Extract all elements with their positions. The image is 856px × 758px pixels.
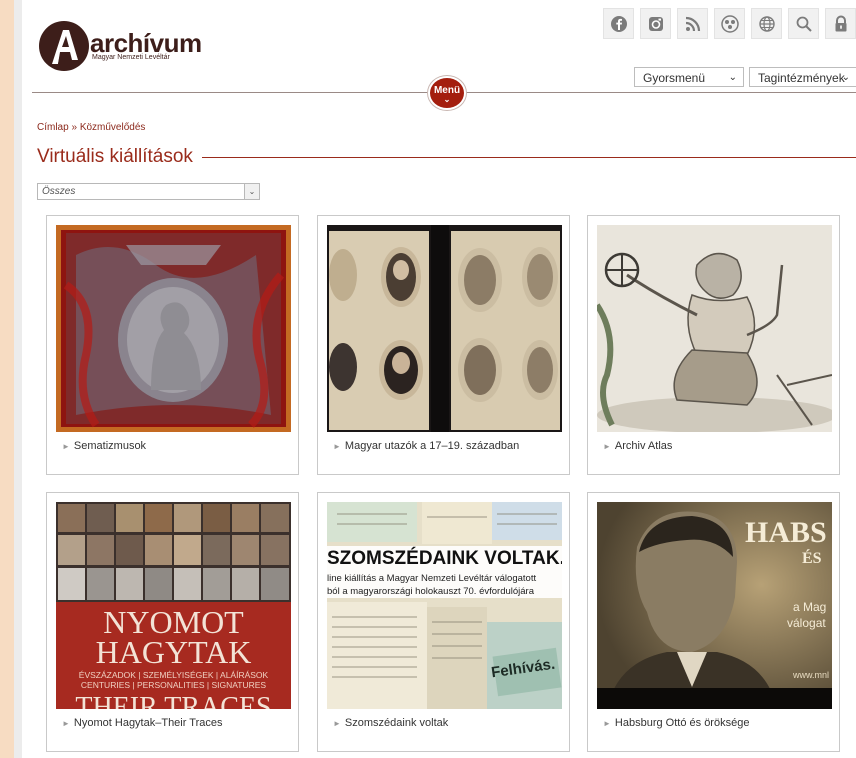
image-subline-1: line kiállítás a Magyar Nemzeti Levéltár… [327,572,562,585]
caption-text: Szomszédaink voltak [344,717,449,729]
exhibition-thumbnail[interactable]: NYOMOT HAGYTAK ÉVSZÁZADOK | SZEMÉLYISÉGE… [56,502,291,709]
caption-text: Nyomot Hagytak–Their Traces [73,717,223,729]
chevron-down-icon: ⌄ [841,72,850,83]
documents-collage-image [327,502,562,709]
exhibition-card-archiv-atlas[interactable]: ► Archiv Atlas [587,215,840,475]
exhibition-thumbnail[interactable] [327,225,562,432]
image-title-line2: HAGYTAK [95,634,252,670]
exhibition-title-link[interactable]: ► Archiv Atlas [603,440,672,452]
main-menu-button[interactable]: Menü ⌄ [428,76,466,110]
image-es-text: ÉS [802,550,822,567]
page: archívum Magyar Nemzeti Levéltár Gyorsme… [22,0,856,758]
exhibition-card-habsburg-otto[interactable]: HABS ÉS a Mag válogat www.mnl ► Habsburg … [587,492,840,752]
caption-text: Sematizmusok [73,440,147,452]
brand-name: archívum [90,28,202,58]
triangle-right-icon: ► [62,442,70,451]
caption-text: Archiv Atlas [614,440,673,452]
image-subline-2: ból a magyarországi holokauszt 70. évfor… [327,585,562,598]
chevron-down-icon: ⌄ [244,184,259,199]
exhibition-title-link[interactable]: ► Magyar utazók a 17–19. században [333,440,519,452]
filter-selected-value: Összes [42,186,76,197]
portrait-grid-image [56,502,291,602]
exhibition-card-szomszedaink-voltak[interactable]: SZOMSZÉDAINK VOLTAK... line kiállítás a … [317,492,570,752]
image-line-a: a Mag [793,600,827,614]
exhibition-title-link[interactable]: ► Habsburg Ottó és öröksége [603,717,749,729]
quick-menu-label: Gyorsmenü [643,71,706,85]
breadcrumb: Címlap » Közművelődés [37,122,145,133]
triangle-right-icon: ► [333,719,341,728]
triangle-right-icon: ► [62,719,70,728]
quick-menu-select[interactable]: Gyorsmenü ⌄ [634,67,744,87]
top-icon-bar [603,8,856,39]
institutions-select[interactable]: Tagintézmények ⌄ [749,67,856,87]
exhibition-title-link[interactable]: ► Szomszédaink voltak [333,717,448,729]
left-edge-strip [14,0,22,758]
triangle-right-icon: ► [603,442,611,451]
exhibition-title-link[interactable]: ► Sematizmusok [62,440,146,452]
triangle-right-icon: ► [603,719,611,728]
image-title-line3: THEIR TRACES [75,692,272,710]
facebook-icon[interactable] [603,8,634,39]
institutions-label: Tagintézmények [758,71,845,85]
breadcrumb-home-link[interactable]: Címlap [37,122,69,133]
brand-subtitle: Magyar Nemzeti Levéltár [92,54,170,61]
globe-icon[interactable] [751,8,782,39]
caption-text: Habsburg Ottó és öröksége [614,717,750,729]
image-line-c: www.mnl [793,670,830,680]
image-headline: SZOMSZÉDAINK VOLTAK... [327,546,562,572]
breadcrumb-current-link[interactable]: Közművelődés [80,122,146,133]
triangle-right-icon: ► [333,442,341,451]
instagram-icon[interactable] [640,8,671,39]
logo-a-mark-icon [39,21,89,71]
exhibition-card-nyomot-hagytak[interactable]: NYOMOT HAGYTAK ÉVSZÁZADOK | SZEMÉLYISÉGE… [46,492,299,752]
lock-icon[interactable] [825,8,856,39]
exhibition-card-magyar-utazok[interactable]: ► Magyar utazók a 17–19. században [317,215,570,475]
search-icon[interactable] [788,8,819,39]
rss-icon[interactable] [677,8,708,39]
image-subtitle-en: CENTURIES | PERSONALITIES | SIGNATURES [80,680,267,690]
site-logo[interactable]: archívum Magyar Nemzeti Levéltár [38,20,208,72]
breadcrumb-separator: » [71,122,78,133]
page-title: Virtuális kiállítások [37,146,197,168]
category-filter-select[interactable]: Összes ⌄ [37,183,260,200]
exhibition-thumbnail[interactable]: HABS ÉS a Mag válogat www.mnl [597,502,832,709]
caption-text: Magyar utazók a 17–19. században [344,440,520,452]
image-subtitle-hu: ÉVSZÁZADOK | SZEMÉLYISÉGEK | ALÁÍRÁSOK [78,670,269,680]
flickr-icon[interactable] [714,8,745,39]
chevron-down-icon: ⌄ [728,72,737,83]
image-line-b: válogat [787,616,826,630]
exhibition-thumbnail[interactable] [56,225,291,432]
chevron-down-icon: ⌄ [443,95,451,104]
exhibition-title-link[interactable]: ► Nyomot Hagytak–Their Traces [62,717,222,729]
title-rule [202,157,856,158]
image-big-text: HABS [745,516,827,549]
exhibition-thumbnail[interactable]: SZOMSZÉDAINK VOLTAK... line kiállítás a … [327,502,562,709]
exhibition-thumbnail[interactable] [597,225,832,432]
exhibition-card-sematizmusok[interactable]: ► Sematizmusok [46,215,299,475]
